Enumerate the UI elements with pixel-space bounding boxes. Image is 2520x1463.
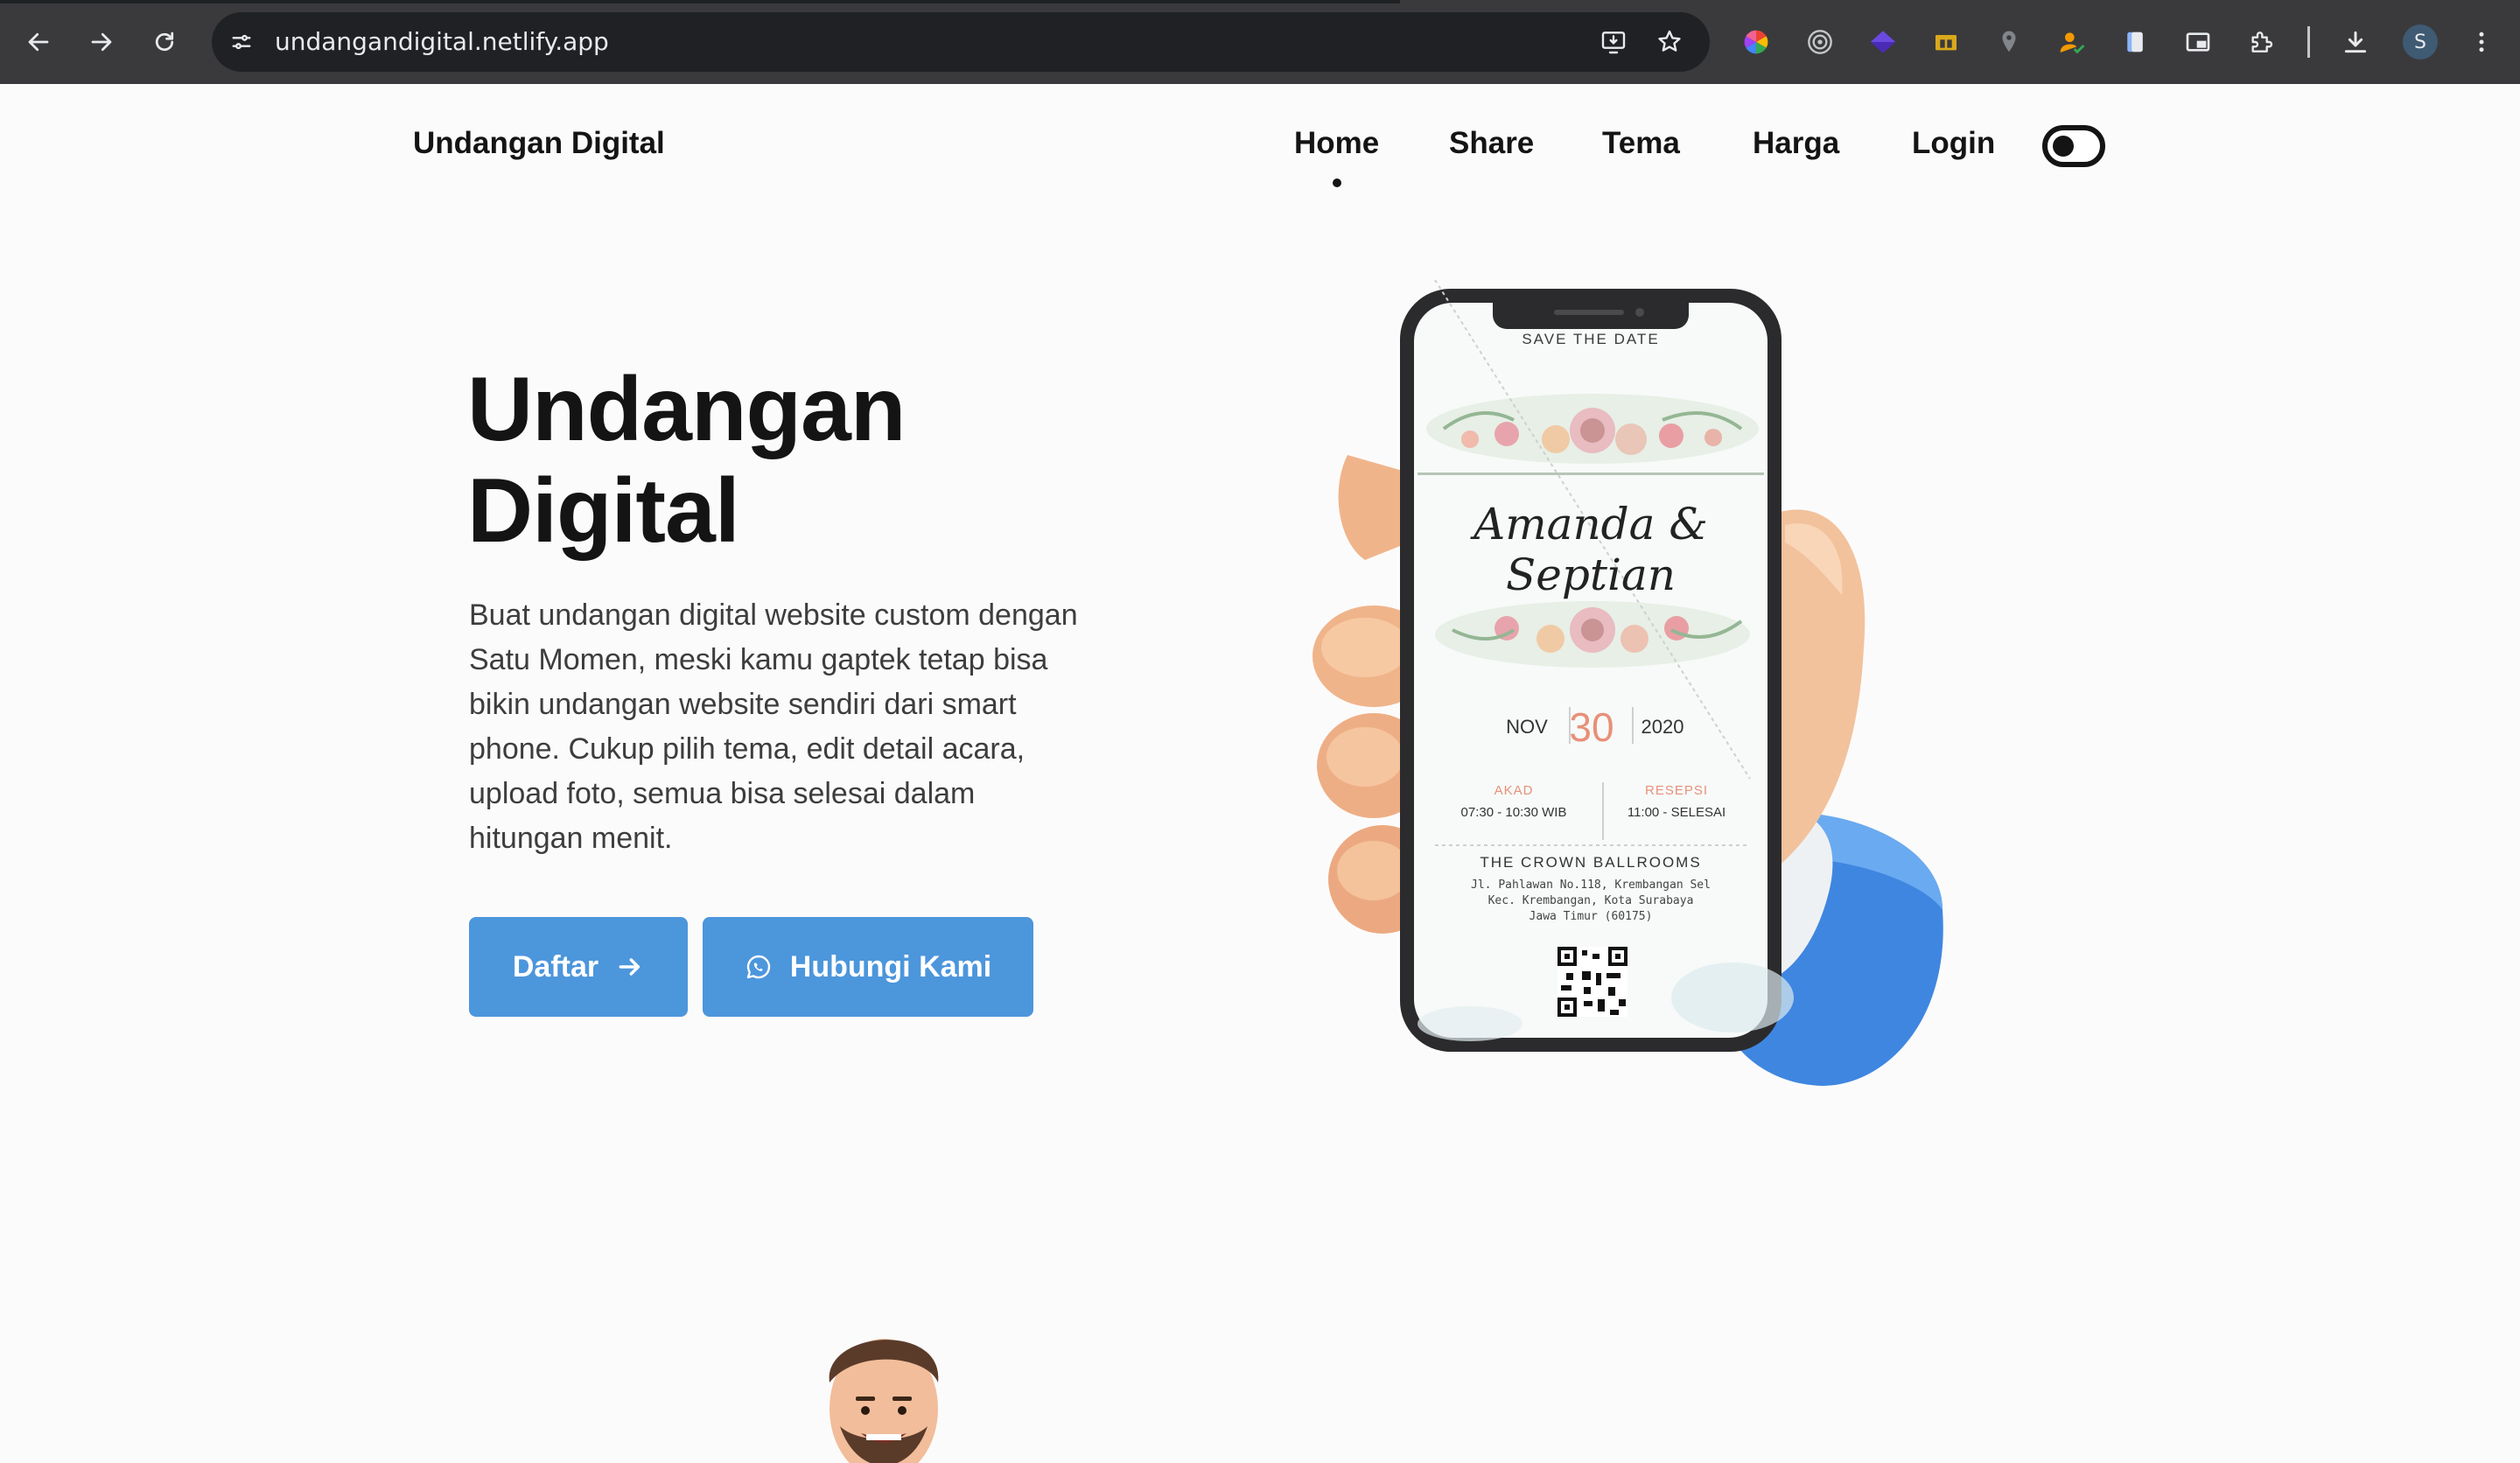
daftar-button[interactable]: Daftar — [469, 917, 688, 1017]
whatsapp-icon — [746, 955, 770, 979]
forward-button[interactable] — [80, 21, 122, 63]
hubungi-label: Hubungi Kami — [789, 949, 992, 984]
map-pin-extension-icon[interactable] — [1990, 23, 2028, 61]
picture-in-picture-icon[interactable] — [2179, 23, 2217, 61]
bookmark-button[interactable] — [1648, 21, 1690, 63]
gem-extension-icon[interactable] — [1864, 23, 1902, 61]
address-line-2: Kec. Krembangan, Kota Surabaya — [1488, 894, 1694, 907]
venue-address: Jl. Pahlawan No.118, Krembangan Sel Kec.… — [1414, 878, 1768, 925]
reload-button[interactable] — [144, 21, 186, 63]
user-check-extension-icon[interactable] — [2053, 23, 2091, 61]
arrow-left-icon — [28, 32, 49, 52]
tune-icon — [232, 34, 251, 50]
star-icon — [1658, 30, 1681, 52]
active-indicator — [1333, 178, 1341, 187]
venue-name: THE CROWN BALLROOMS — [1480, 854, 1702, 871]
site-brand[interactable]: Undangan Digital — [413, 126, 665, 161]
hero-title-line1: Undangan — [467, 359, 906, 460]
install-app-button[interactable] — [1592, 21, 1634, 63]
nav-harga[interactable]: Harga — [1753, 126, 1839, 161]
reload-icon — [155, 32, 174, 52]
dark-mode-toggle[interactable] — [2042, 125, 2105, 167]
downloads-icon[interactable] — [2336, 23, 2375, 61]
document-extension-icon[interactable] — [2116, 23, 2154, 61]
menu-kebab-icon[interactable] — [2462, 23, 2501, 61]
target-extension-icon[interactable] — [1801, 23, 1839, 61]
hero-title: Undangan Digital — [467, 359, 1132, 562]
color-wheel-extension-icon[interactable] — [1737, 23, 1775, 61]
site-info-button[interactable] — [220, 21, 262, 63]
nav-tema[interactable]: Tema — [1602, 126, 1680, 161]
hero-description: Buat undangan digital website custom den… — [469, 598, 1078, 855]
date-year: 2020 — [1641, 716, 1684, 738]
extensions-puzzle-icon[interactable] — [2242, 23, 2280, 61]
resepsi-label: RESEPSI — [1644, 783, 1709, 798]
nav-home[interactable]: Home — [1294, 126, 1379, 161]
install-icon — [1601, 32, 1626, 54]
save-the-date-text: SAVE THE DATE — [1522, 331, 1660, 347]
date-day: 30 — [1569, 704, 1614, 750]
hand-phone-illustration — [1312, 280, 1943, 1086]
daftar-label: Daftar — [512, 949, 599, 984]
nav-login[interactable]: Login — [1912, 126, 1995, 161]
hero-title-line2: Digital — [467, 460, 740, 562]
address-line-3: Jawa Timur (60175) — [1529, 910, 1653, 923]
cartoon-man-avatar — [829, 1339, 939, 1463]
arrow-right-icon — [619, 958, 640, 976]
resepsi-time: 11:00 - SELESAI — [1627, 805, 1726, 820]
address-line-1: Jl. Pahlawan No.118, Krembangan Sel — [1471, 878, 1711, 892]
loading-bar — [0, 0, 1400, 4]
date-month: NOV — [1506, 716, 1548, 738]
couple-names: Amanda & Septian — [1474, 499, 1708, 600]
nav-share[interactable]: Share — [1449, 126, 1534, 161]
back-button[interactable] — [18, 21, 60, 63]
akad-time: 07:30 - 10:30 WIB — [1460, 805, 1567, 820]
browser-toolbar: undangandigital.netlify.app S — [0, 0, 2520, 84]
profile-avatar[interactable]: S — [2403, 24, 2438, 60]
toolbar-separator — [2307, 26, 2310, 58]
url-text[interactable]: undangandigital.netlify.app — [275, 21, 609, 63]
toggle-knob — [2053, 136, 2074, 157]
folder-extension-icon[interactable] — [1927, 23, 1965, 61]
akad-label: AKAD — [1494, 783, 1534, 798]
hubungi-kami-button[interactable]: Hubungi Kami — [703, 917, 1033, 1017]
arrow-right-icon — [91, 32, 112, 52]
